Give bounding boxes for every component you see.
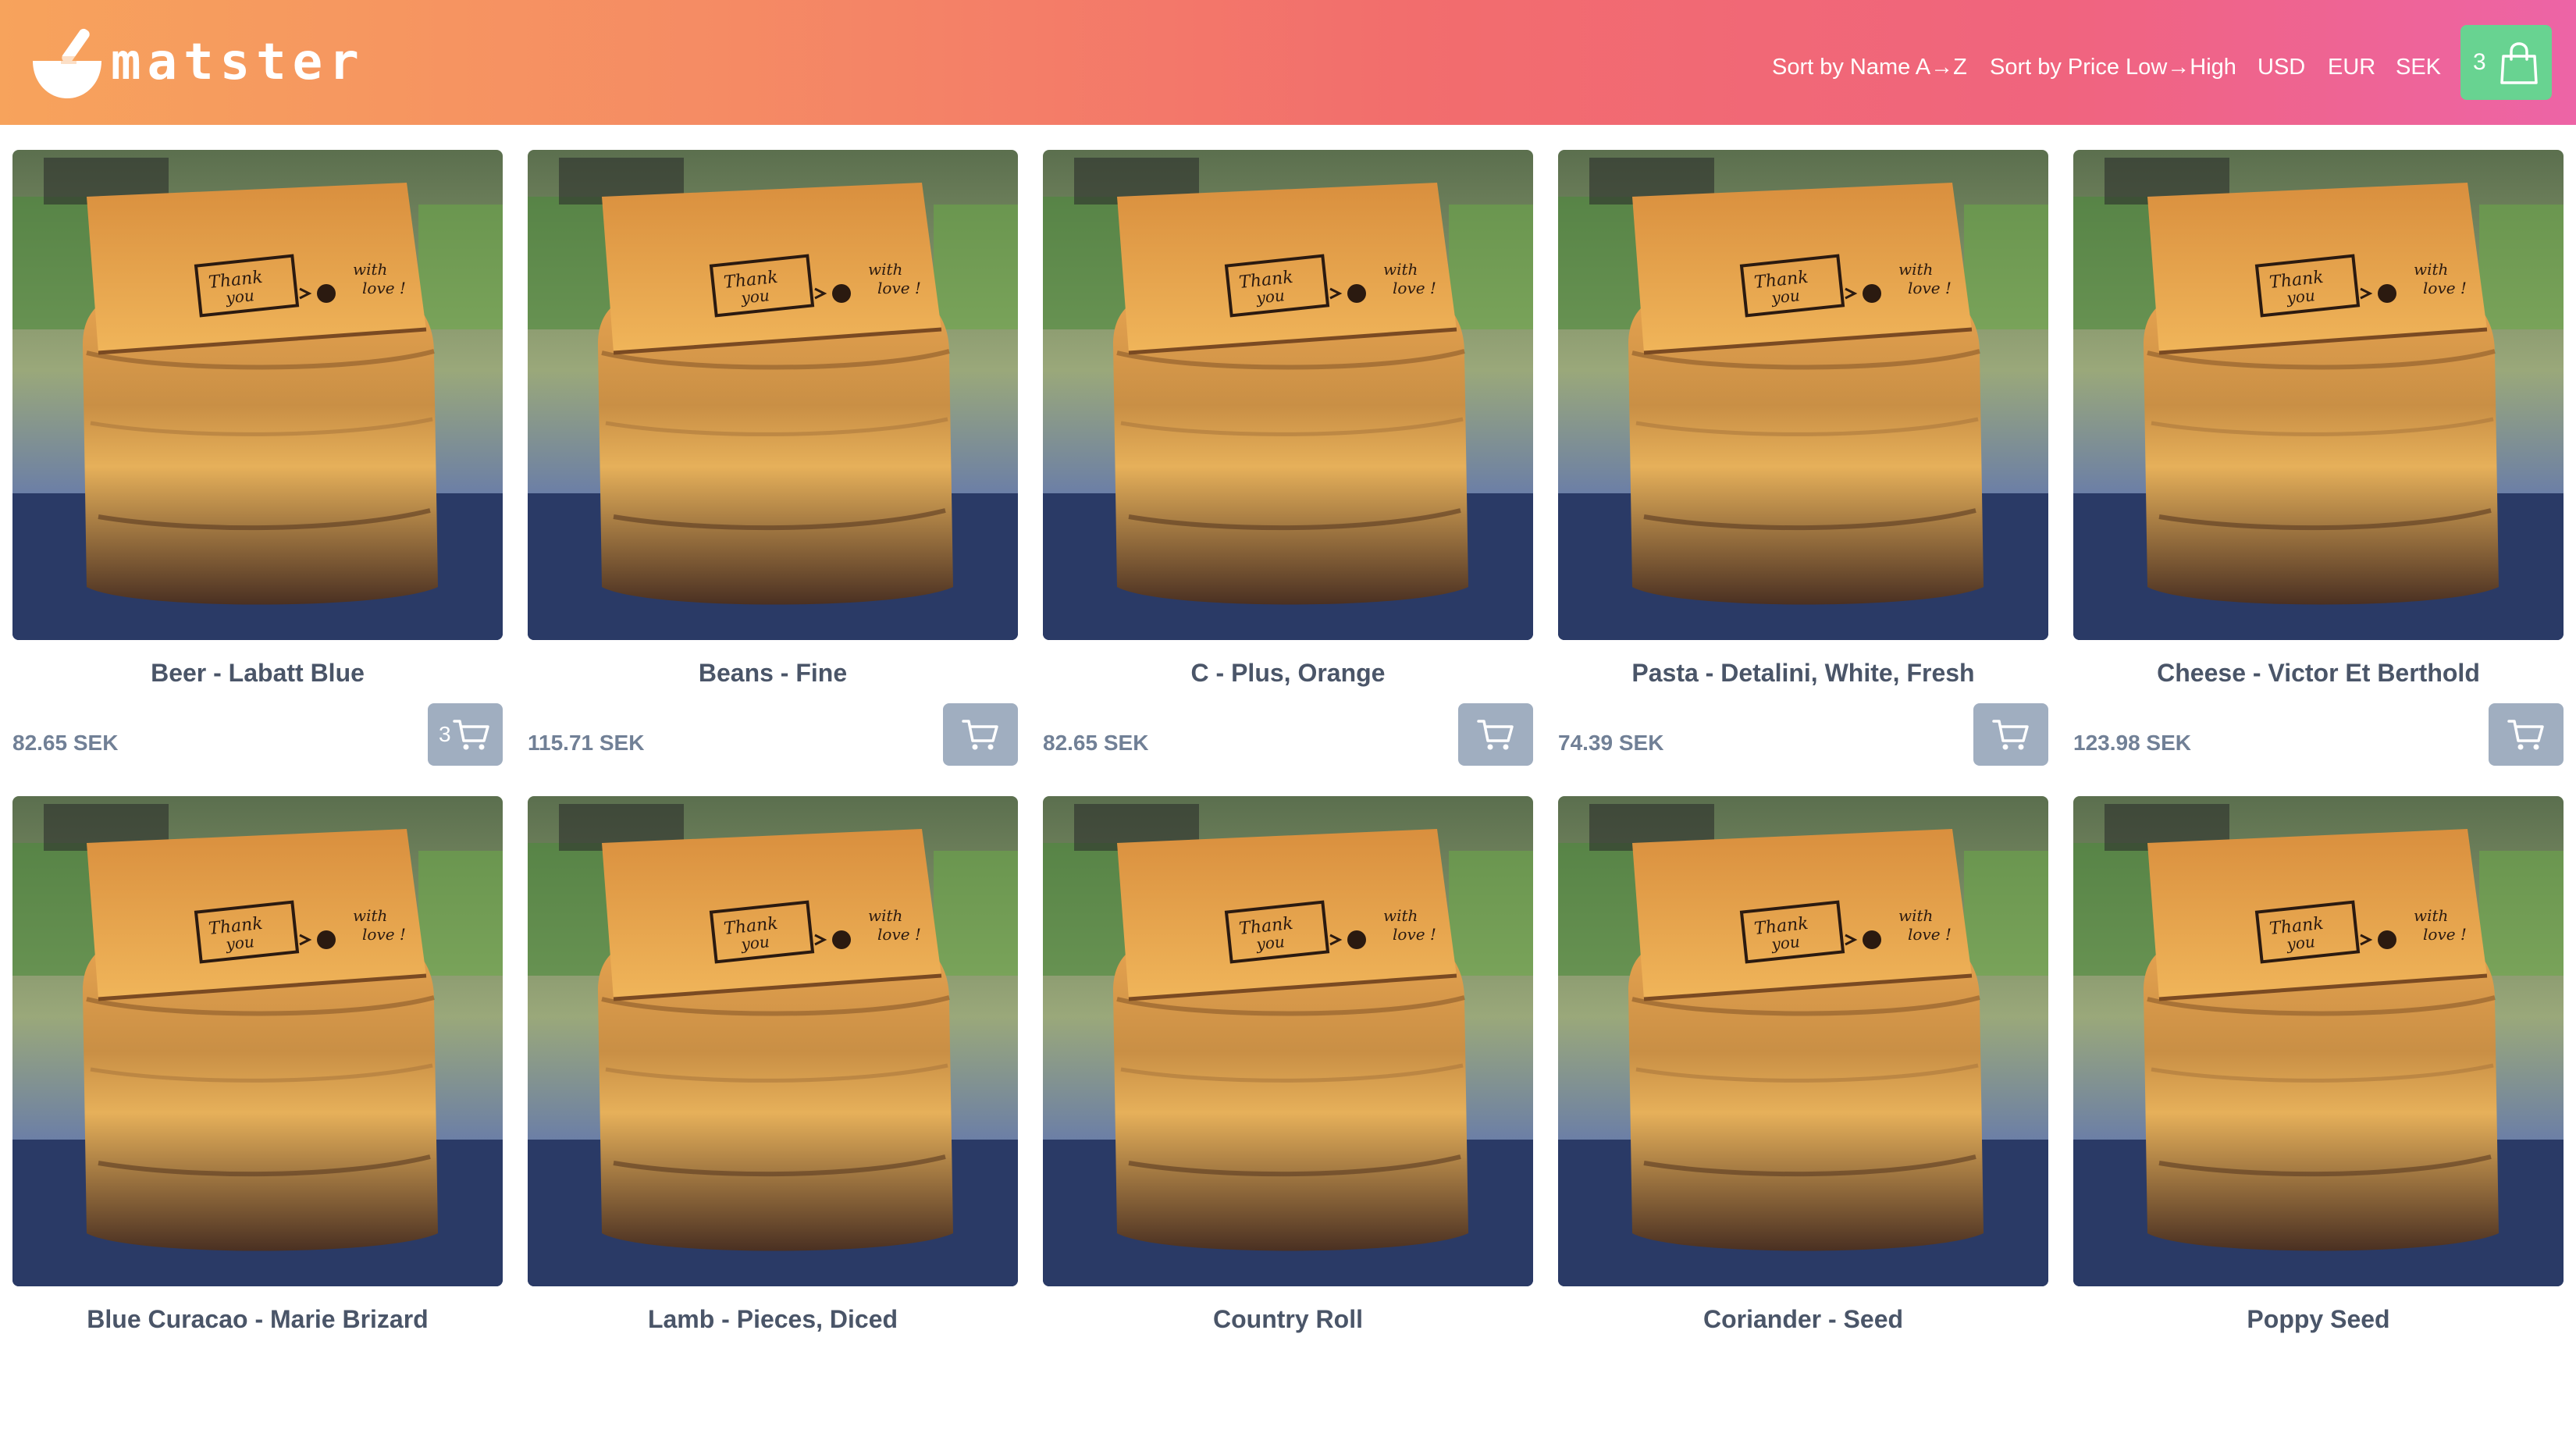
- svg-text:you: you: [2285, 286, 2316, 308]
- product-card: Thank you with love ! Beer - Labatt Blue…: [12, 150, 503, 798]
- svg-text:love !: love !: [877, 279, 921, 297]
- svg-text:with: with: [1383, 906, 1418, 925]
- product-image[interactable]: Thank you with love !: [12, 796, 503, 1286]
- product-image[interactable]: Thank you with love !: [1043, 150, 1533, 640]
- svg-text:you: you: [1254, 932, 1286, 954]
- paper-bag-photo: Thank you with love !: [1043, 796, 1533, 1286]
- product-card: Thank you with love ! Country Roll: [1043, 796, 1533, 1444]
- product-price: 123.98 SEK: [2073, 731, 2191, 755]
- cart-icon: [1477, 720, 1514, 750]
- sort-by-price-link[interactable]: Sort by Price Low→High: [1990, 52, 2236, 83]
- svg-text:you: you: [1254, 286, 1286, 308]
- svg-text:love !: love !: [362, 925, 406, 944]
- add-to-cart-button[interactable]: [943, 703, 1018, 766]
- svg-text:you: you: [1770, 286, 1801, 308]
- svg-text:you: you: [739, 932, 770, 954]
- svg-text:with: with: [1898, 260, 1933, 279]
- cart-icon: [1992, 720, 2029, 750]
- app-logo-text[interactable]: matster: [111, 31, 365, 94]
- svg-text:you: you: [224, 932, 255, 954]
- product-card: Thank you with love ! Beans - Fine 115.7…: [528, 150, 1018, 798]
- svg-text:with: with: [353, 260, 387, 279]
- cart-quantity: 3: [439, 722, 451, 746]
- svg-text:with: with: [2414, 906, 2448, 925]
- paper-bag-photo: Thank you with love !: [528, 150, 1018, 640]
- paper-bag-photo: Thank you with love !: [12, 150, 503, 640]
- svg-text:with: with: [2414, 260, 2448, 279]
- product-image[interactable]: Thank you with love !: [12, 150, 503, 640]
- cart-icon: [2507, 720, 2544, 750]
- add-to-cart-button[interactable]: [2489, 703, 2564, 766]
- svg-text:you: you: [739, 286, 770, 308]
- cart-count-badge: 3: [2473, 49, 2486, 75]
- svg-text:love !: love !: [2423, 925, 2467, 944]
- product-card: Thank you with love ! Poppy Seed: [2073, 796, 2564, 1444]
- add-to-cart-button[interactable]: [1973, 703, 2048, 766]
- paper-bag-photo: Thank you with love !: [2073, 150, 2564, 640]
- product-name: Poppy Seed: [2247, 1305, 2390, 1333]
- product-image[interactable]: Thank you with love !: [528, 150, 1018, 640]
- svg-text:with: with: [353, 906, 387, 925]
- product-image[interactable]: Thank you with love !: [1558, 796, 2048, 1286]
- svg-text:love !: love !: [1908, 279, 1952, 297]
- product-name: Beer - Labatt Blue: [151, 659, 365, 687]
- svg-text:love !: love !: [362, 279, 406, 297]
- paper-bag-photo: Thank you with love !: [528, 796, 1018, 1286]
- cart-icon: [453, 720, 489, 750]
- product-price: 115.71 SEK: [528, 731, 645, 755]
- svg-text:you: you: [1770, 932, 1801, 954]
- bowl-icon[interactable]: [28, 23, 106, 101]
- product-image[interactable]: Thank you with love !: [1558, 150, 2048, 640]
- product-name: Beans - Fine: [698, 659, 848, 687]
- paper-bag-photo: Thank you with love !: [1043, 150, 1533, 640]
- svg-text:you: you: [2285, 932, 2316, 954]
- svg-text:with: with: [868, 260, 902, 279]
- product-price: 82.65 SEK: [1043, 731, 1149, 755]
- product-name: C - Plus, Orange: [1190, 659, 1386, 687]
- paper-bag-photo: Thank you with love !: [1558, 796, 2048, 1286]
- product-name: Blue Curacao - Marie Brizard: [87, 1305, 429, 1333]
- product-name: Pasta - Detalini, White, Fresh: [1631, 659, 1975, 687]
- paper-bag-photo: Thank you with love !: [2073, 796, 2564, 1286]
- svg-text:with: with: [1383, 260, 1418, 279]
- product-card: Thank you with love ! Cheese - Victor Et…: [2073, 150, 2564, 798]
- product-image[interactable]: Thank you with love !: [1043, 796, 1533, 1286]
- product-name: Coriander - Seed: [1703, 1305, 1904, 1333]
- svg-text:love !: love !: [1393, 279, 1436, 297]
- product-card: Thank you with love ! Blue Curacao - Mar…: [12, 796, 503, 1444]
- svg-text:love !: love !: [2423, 279, 2467, 297]
- product-image[interactable]: Thank you with love !: [2073, 150, 2564, 640]
- sort-by-name-link[interactable]: Sort by Name A→Z: [1772, 52, 1967, 83]
- product-image[interactable]: Thank you with love !: [528, 796, 1018, 1286]
- svg-text:love !: love !: [1393, 925, 1436, 944]
- cart-icon: [962, 720, 998, 750]
- cart-button[interactable]: 3: [2460, 25, 2552, 100]
- svg-text:with: with: [1898, 906, 1933, 925]
- add-to-cart-button[interactable]: 3: [428, 703, 503, 766]
- svg-text:love !: love !: [877, 925, 921, 944]
- svg-text:love !: love !: [1908, 925, 1952, 944]
- currency-eur-link[interactable]: EUR: [2328, 52, 2375, 83]
- paper-bag-photo: Thank you with love !: [1558, 150, 2048, 640]
- product-price: 74.39 SEK: [1558, 731, 1664, 755]
- add-to-cart-button[interactable]: [1458, 703, 1533, 766]
- product-card: Thank you with love ! Pasta - Detalini, …: [1558, 150, 2048, 798]
- svg-text:with: with: [868, 906, 902, 925]
- product-name: Country Roll: [1213, 1305, 1363, 1333]
- product-price: 82.65 SEK: [12, 731, 119, 755]
- top-bar: matster Sort by Name A→Z Sort by Price L…: [0, 0, 2576, 125]
- currency-sek-link[interactable]: SEK: [2396, 52, 2441, 83]
- product-image[interactable]: Thank you with love !: [2073, 796, 2564, 1286]
- product-name: Lamb - Pieces, Diced: [647, 1305, 898, 1333]
- svg-text:you: you: [224, 286, 255, 308]
- product-card: Thank you with love ! Lamb - Pieces, Dic…: [528, 796, 1018, 1444]
- product-name: Cheese - Victor Et Berthold: [2157, 659, 2480, 687]
- currency-usd-link[interactable]: USD: [2258, 52, 2305, 83]
- paper-bag-photo: Thank you with love !: [12, 796, 503, 1286]
- product-card: Thank you with love ! C - Plus, Orange 8…: [1043, 150, 1533, 798]
- product-card: Thank you with love ! Coriander - Seed: [1558, 796, 2048, 1444]
- shopping-bag-icon: [2500, 42, 2538, 84]
